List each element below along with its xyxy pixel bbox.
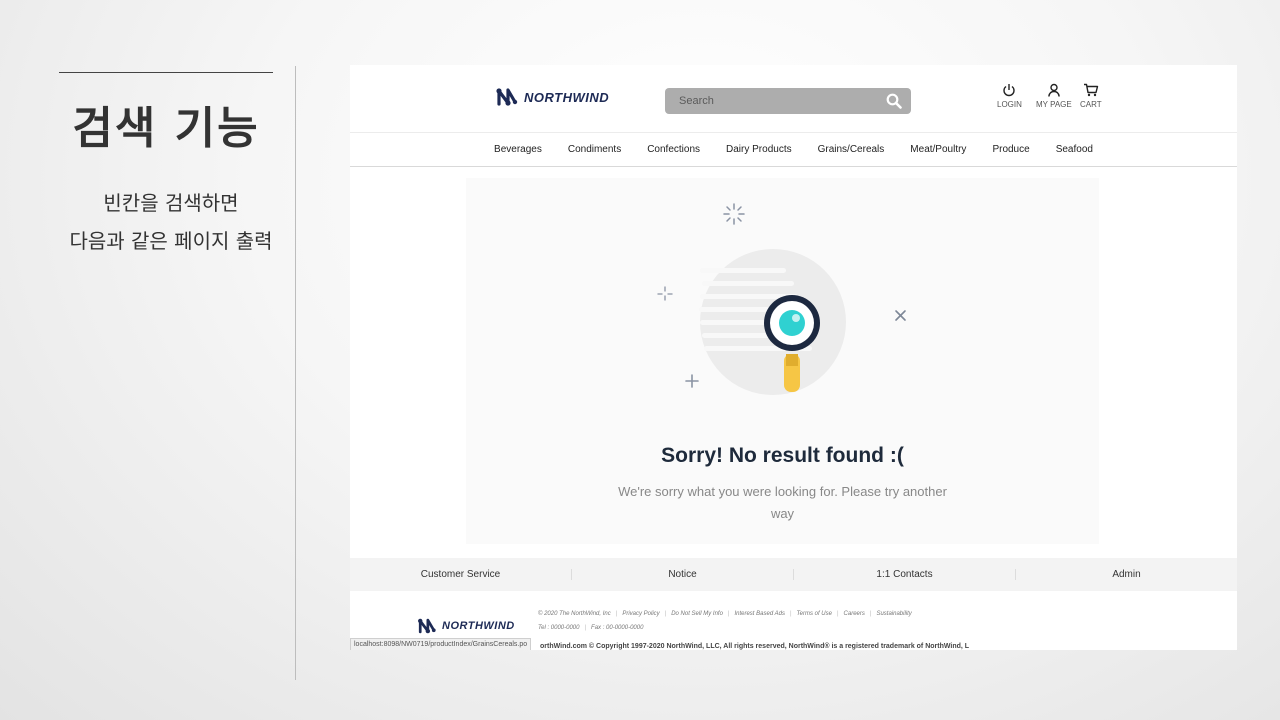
contact-tel: Tel : 0000-0000 [538,625,580,631]
nav-item-beverages[interactable]: Beverages [494,144,542,155]
nav-item-grains-cereals[interactable]: Grains/Cereals [818,144,885,155]
nav-item-meat-poultry[interactable]: Meat/Poultry [910,144,966,155]
user-icon [1047,83,1060,97]
legal-link-privacy[interactable]: Privacy Policy [622,611,659,617]
search-input[interactable] [677,94,885,108]
nav-item-condiments[interactable]: Condiments [568,144,621,155]
legal-links: © 2020 The NorthWind, Inc | Privacy Polic… [538,611,912,617]
legal-link-do-not-sell[interactable]: Do Not Sell My Info [671,611,723,617]
close-icon [895,310,906,321]
legal-link-terms[interactable]: Terms of Use [797,611,832,617]
northwind-logo-icon [418,618,436,634]
login-label: LOGIN [997,100,1022,109]
login-button[interactable]: LOGIN [997,83,1022,109]
sparkle-icon [723,203,745,225]
divider-line [295,66,296,680]
slide-title: 검색 기능 [72,103,260,154]
browser-status-url: localhost:8098/NW0719/productIndex/Grain… [350,638,532,650]
star-icon [657,286,673,301]
footer-link-customer-service[interactable]: Customer Service [350,569,572,580]
no-result-message: We're sorry what you were looking for. P… [618,484,947,521]
site-header: NORTHWIND LOGIN MY PAGE [350,65,1237,133]
footer-links: Customer Service Notice 1:1 Contacts Adm… [350,558,1237,591]
slide-description: 빈칸을 검색하면 다음과 같은 페이지 출력 [36,184,306,260]
legal-link-careers[interactable]: Careers [844,611,865,617]
cart-icon [1083,83,1099,97]
slide-desc-line-1: 빈칸을 검색하면 [103,191,239,215]
slide-desc-line-2: 다음과 같은 페이지 출력 [69,229,273,253]
footer-link-notice[interactable]: Notice [572,569,794,580]
search-button[interactable] [885,92,903,110]
no-result-illustration [657,203,906,395]
plus-icon [685,374,699,388]
footer-link-admin[interactable]: Admin [1016,569,1237,580]
nav-item-confections[interactable]: Confections [647,144,700,155]
power-icon [1003,84,1016,97]
legal-link-sustainability[interactable]: Sustainability [876,611,911,617]
site-logo[interactable]: NORTHWIND [494,84,609,110]
nav-item-dairy-products[interactable]: Dairy Products [726,144,792,155]
cart-button[interactable]: CART [1080,83,1102,109]
footer-link-contacts[interactable]: 1:1 Contacts [794,569,1016,580]
contact-fax: Fax : 00-0000-0000 [591,625,644,631]
mypage-label: MY PAGE [1036,100,1072,109]
copyright-text: orthWind.com © Copyright 1997-2020 North… [540,643,970,650]
search-bar [665,88,911,114]
footer-logo-text: NORTHWIND [442,620,515,632]
nav-item-produce[interactable]: Produce [992,144,1029,155]
legal-link-interest-ads[interactable]: Interest Based Ads [734,611,784,617]
browser-screenshot: NORTHWIND LOGIN MY PAGE [350,65,1237,650]
contact-info: Tel : 0000-0000 | Fax : 00-0000-0000 [538,625,644,631]
nav-item-seafood[interactable]: Seafood [1056,144,1093,155]
logo-text: NORTHWIND [524,89,610,105]
cart-label: CART [1080,100,1102,109]
northwind-logo-icon [496,88,518,106]
no-result-panel: Sorry! No result found :( We're sorry wh… [466,178,1099,544]
legal-copyright-short: © 2020 The NorthWind, Inc [538,611,611,617]
title-rule [59,72,273,73]
footer-logo[interactable]: NORTHWIND [416,615,515,637]
search-icon [886,93,902,109]
no-result-title: Sorry! No result found :( [661,444,904,467]
mypage-button[interactable]: MY PAGE [1036,83,1072,109]
category-nav: Beverages Condiments Confections Dairy P… [350,133,1237,167]
